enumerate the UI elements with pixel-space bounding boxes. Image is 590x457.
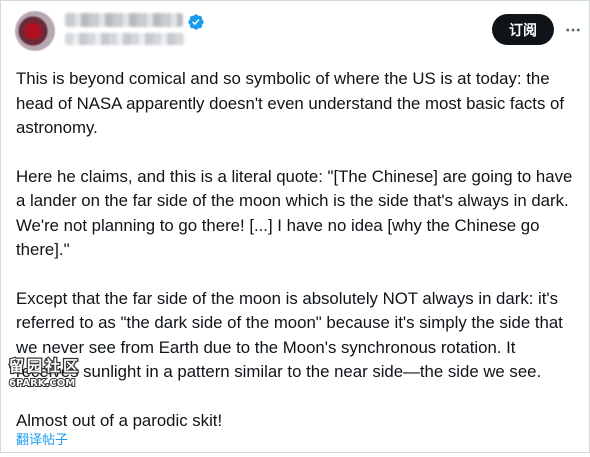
verified-badge-icon <box>188 14 204 30</box>
more-options-icon[interactable] <box>563 20 583 40</box>
post-text: This is beyond comical and so symbolic o… <box>16 67 582 457</box>
post-paragraph-3: Except that the far side of the moon is … <box>16 288 563 382</box>
subscribe-button[interactable]: 订阅 <box>492 14 554 45</box>
avatar[interactable] <box>15 11 55 51</box>
translate-post-link[interactable]: 翻译帖子 <box>16 429 68 448</box>
author-handle-redacted[interactable] <box>65 33 185 45</box>
author-name-redacted[interactable] <box>65 13 183 27</box>
post-header: 订阅 <box>1 1 589 61</box>
post-card: 订阅 This is beyond comical and so symboli… <box>0 0 590 453</box>
post-paragraph-2: Here he claims, and this is a literal qu… <box>16 166 573 260</box>
post-paragraph-4: Almost out of a parodic skit! <box>16 410 223 430</box>
post-paragraph-1: This is beyond comical and so symbolic o… <box>16 69 565 137</box>
